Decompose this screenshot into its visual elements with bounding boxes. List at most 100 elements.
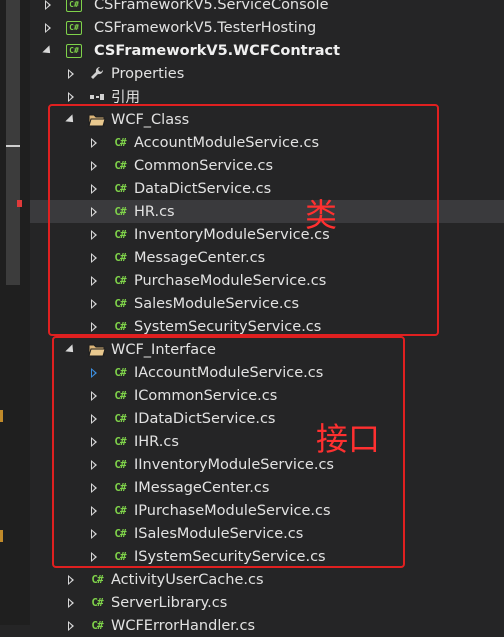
tree-row-label: IPurchaseModuleService.cs [134,502,331,519]
collapse-arrow-icon[interactable] [88,297,100,311]
expand-arrow-icon[interactable] [65,343,77,357]
collapse-arrow-icon[interactable] [88,182,100,196]
collapse-arrow-icon[interactable] [88,435,100,449]
tree-row[interactable]: C# ISalesModuleService.cs [30,522,504,545]
tree-row[interactable]: C# HR.cs [30,200,504,223]
references-icon [88,89,106,105]
tree-row[interactable]: C# WCFErrorHandler.cs [30,614,504,637]
tree-row-label: WCFErrorHandler.cs [111,617,256,634]
tree-row-label: CSFrameworkV5.WCFContract [94,42,341,59]
collapse-arrow-icon[interactable] [88,481,100,495]
tree-row-label: HR.cs [134,203,175,220]
tree-row[interactable]: C# ICommonService.cs [30,384,504,407]
collapse-arrow-icon[interactable] [88,205,100,219]
tree-row-label: MessageCenter.cs [134,249,266,266]
tree-row[interactable]: C# MessageCenter.cs [30,246,504,269]
tree-row-label: WCF_Class [111,111,190,128]
tree-row[interactable]: C# CommonService.cs [30,154,504,177]
collapse-arrow-icon[interactable] [88,527,100,541]
tree-row-label: IDataDictService.cs [134,410,276,427]
tree-row[interactable]: C# ServerLibrary.cs [30,591,504,614]
collapse-arrow-icon[interactable] [88,320,100,334]
collapse-arrow-icon[interactable] [88,251,100,265]
tree-row-label: SystemSecurityService.cs [134,318,322,335]
tree-row[interactable]: C# ActivityUserCache.cs [30,568,504,591]
tree-row[interactable]: Properties [30,62,504,85]
tree-row[interactable]: C# AccountModuleService.cs [30,131,504,154]
cs-file-icon: C# [114,504,126,517]
cs-file-icon: C# [91,596,103,609]
tree-row-label: 引用 [111,90,140,106]
tree-row-label: ISalesModuleService.cs [134,525,304,542]
tree-row[interactable]: C# CSFrameworkV5.ServiceConsole [30,0,504,16]
collapse-arrow-icon[interactable] [88,458,100,472]
cs-file-icon: C# [114,159,126,172]
tree-row[interactable]: C# IAccountModuleService.cs [30,361,504,384]
tree-row-label: AccountModuleService.cs [134,134,319,151]
collapse-arrow-icon[interactable] [88,550,100,564]
tree-row-label: IAccountModuleService.cs [134,364,324,381]
tree-row[interactable]: C# IMessageCenter.cs [30,476,504,499]
cs-project-icon: C# [65,20,83,36]
collapse-arrow-icon[interactable] [88,412,100,426]
cs-file-icon: C# [114,182,126,195]
tree-row-label: InventoryModuleService.cs [134,226,330,243]
tree-row[interactable]: C# SalesModuleService.cs [30,292,504,315]
collapse-arrow-icon[interactable] [42,0,54,12]
tree-row[interactable]: C# IPurchaseModuleService.cs [30,499,504,522]
collapse-arrow-icon[interactable] [65,573,77,587]
tree-row[interactable]: C# IHR.cs [30,430,504,453]
scrollbar-position-marker [6,145,20,147]
tree-row[interactable]: WCF_Interface [30,338,504,361]
scrollbar[interactable] [6,0,20,285]
tree-row-label: ISystemSecurityService.cs [134,548,326,565]
class-annotation: 类 [305,196,338,234]
cs-file-icon: C# [114,228,126,241]
tree-row-label: Properties [111,65,185,82]
collapse-arrow-icon[interactable] [65,619,77,633]
tree-row[interactable]: C# InventoryModuleService.cs [30,223,504,246]
tree-row[interactable]: WCF_Class [30,108,504,131]
tree-row-label: SalesModuleService.cs [134,295,300,312]
scrollbar-change-marker [17,200,22,207]
collapse-arrow-icon[interactable] [88,504,100,518]
folder-open-icon [88,342,106,358]
tree-row[interactable]: C# SystemSecurityService.cs [30,315,504,338]
collapse-arrow-icon[interactable] [42,21,54,35]
tree-row-label: ICommonService.cs [134,387,278,404]
cs-file-icon: C# [114,550,126,563]
cs-file-icon: C# [114,297,126,310]
collapse-arrow-icon[interactable] [88,228,100,242]
collapse-arrow-icon[interactable] [88,389,100,403]
tree-row[interactable]: C# CSFrameworkV5.WCFContract [30,39,504,62]
cs-file-icon: C# [114,366,126,379]
tree-row[interactable]: C# PurchaseModuleService.cs [30,269,504,292]
folder-open-icon [88,112,106,128]
collapse-arrow-icon[interactable] [88,159,100,173]
tree-row-label: IMessageCenter.cs [134,479,270,496]
cs-file-icon: C# [114,205,126,218]
collapse-arrow-icon[interactable] [88,274,100,288]
tree-row[interactable]: C# CSFrameworkV5.TesterHosting [30,16,504,39]
collapse-arrow-icon[interactable] [88,136,100,150]
collapse-arrow-icon[interactable] [65,596,77,610]
tree-row-label: ServerLibrary.cs [111,594,228,611]
tree-row[interactable]: C# DataDictService.cs [30,177,504,200]
cs-project-icon: C# [65,0,83,13]
collapse-arrow-icon[interactable] [65,67,77,81]
tree-row[interactable]: 引用 [30,85,504,108]
collapse-arrow-icon[interactable] [65,90,77,104]
interface-annotation: 接口 [316,420,381,458]
cs-file-icon: C# [114,527,126,540]
expand-arrow-icon[interactable] [42,44,54,58]
expand-arrow-icon[interactable] [65,113,77,127]
tree-row-label: CommonService.cs [134,157,274,174]
tree-row-label: WCF_Interface [111,341,216,358]
cs-file-icon: C# [114,274,126,287]
solution-explorer-tree: C# CSFrameworkV5.ServiceConsole C# CSFramew… [30,0,504,634]
collapse-arrow-icon[interactable] [88,366,100,380]
tree-row[interactable]: C# IInventoryModuleService.cs [30,453,504,476]
tree-row[interactable]: C# IDataDictService.cs [30,407,504,430]
wrench-icon [88,66,106,82]
tree-row[interactable]: C# ISystemSecurityService.cs [30,545,504,568]
